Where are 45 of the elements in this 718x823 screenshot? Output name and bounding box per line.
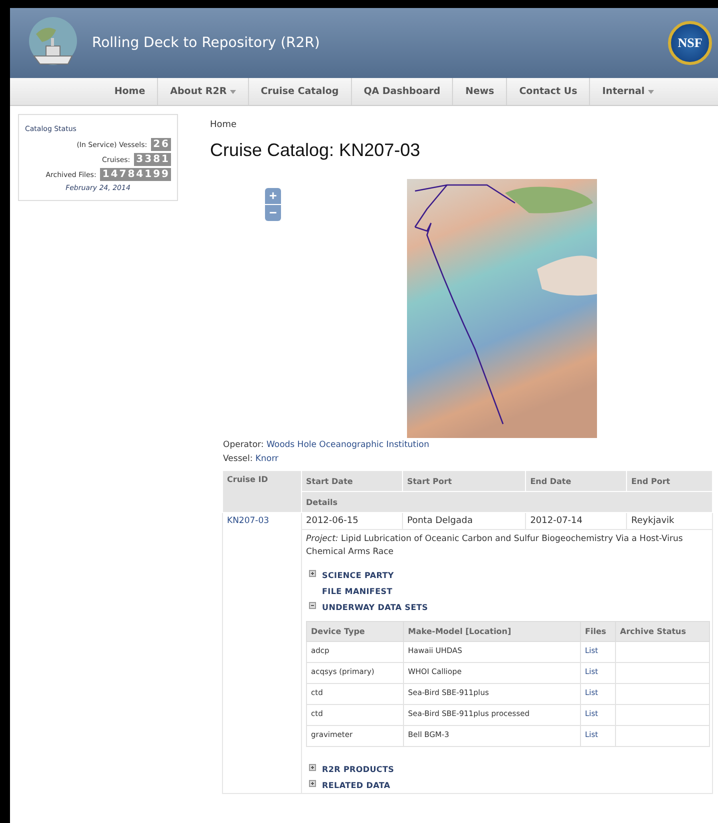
project-text: Project: Lipid Lubrication of Oceanic Carbon and Sulfur Biogeochemistry Via a Host-Virus Chemical Arms Race [306,533,684,559]
info-link[interactable]: Woods Hole Oceanographic Institution [266,440,430,450]
column-header: Details [302,492,712,512]
stat-counter: 14784199 [100,168,171,181]
table-cell: Reykjavik [626,512,712,530]
breadcrumb-link[interactable]: Home [210,120,237,130]
column-header: Cruise ID [222,470,302,512]
expand-icon[interactable] [309,780,316,786]
cruise-id-link[interactable]: KN207-03 [227,516,270,526]
stat-counter: 26 [151,138,171,151]
table-cell: 2012-07-14 [526,512,627,530]
info-line: Vessel: Knorr [223,453,280,466]
info-line: Operator: Woods Hole Oceanographic Institution [223,439,430,452]
column-header: Make-Model [Location] [404,622,580,642]
column-header: Archive Status [616,622,710,642]
column-header: End Date [526,470,627,492]
nav-item[interactable]: Home [102,78,158,105]
column-header: End Port [626,470,712,492]
nav-item[interactable]: News [452,78,506,105]
expand-icon[interactable] [309,764,316,770]
table-cell: Ponta Delgada [402,512,526,530]
nav-item[interactable]: Contact Us [506,78,590,105]
caret-icon [230,90,236,94]
column-header: Device Type [306,622,404,642]
column-header: Start Port [402,470,526,492]
section-link[interactable]: RELATED DATA [322,780,390,790]
column-header: Start Date [302,470,403,492]
expand-icon[interactable] [309,570,316,576]
stat-counter: 3381 [134,153,171,166]
caret-icon [648,90,654,94]
collapse-icon[interactable] [309,602,316,608]
column-header: Files [580,622,616,642]
nav-item[interactable]: Cruise Catalog [248,78,351,105]
info-link[interactable]: Knorr [255,454,278,464]
section-link[interactable]: UNDERWAY DATA SETS [322,602,428,612]
nav-item[interactable]: About R2R [157,78,248,105]
section-link[interactable]: SCIENCE PARTY [322,570,394,580]
page-title: Cruise Catalog: KN207-03 [210,140,422,161]
nsf-seal-logo: NSF [668,21,712,65]
nav-item[interactable]: QA Dashboard [350,78,452,105]
section-link[interactable]: FILE MANIFEST [322,586,392,596]
section-link[interactable]: R2R PRODUCTS [322,764,394,774]
nav-item[interactable]: Internal [589,78,666,105]
site-title: Rolling Deck to Repository (R2R) [92,35,320,51]
table-cell: 2012-06-15 [302,512,403,530]
